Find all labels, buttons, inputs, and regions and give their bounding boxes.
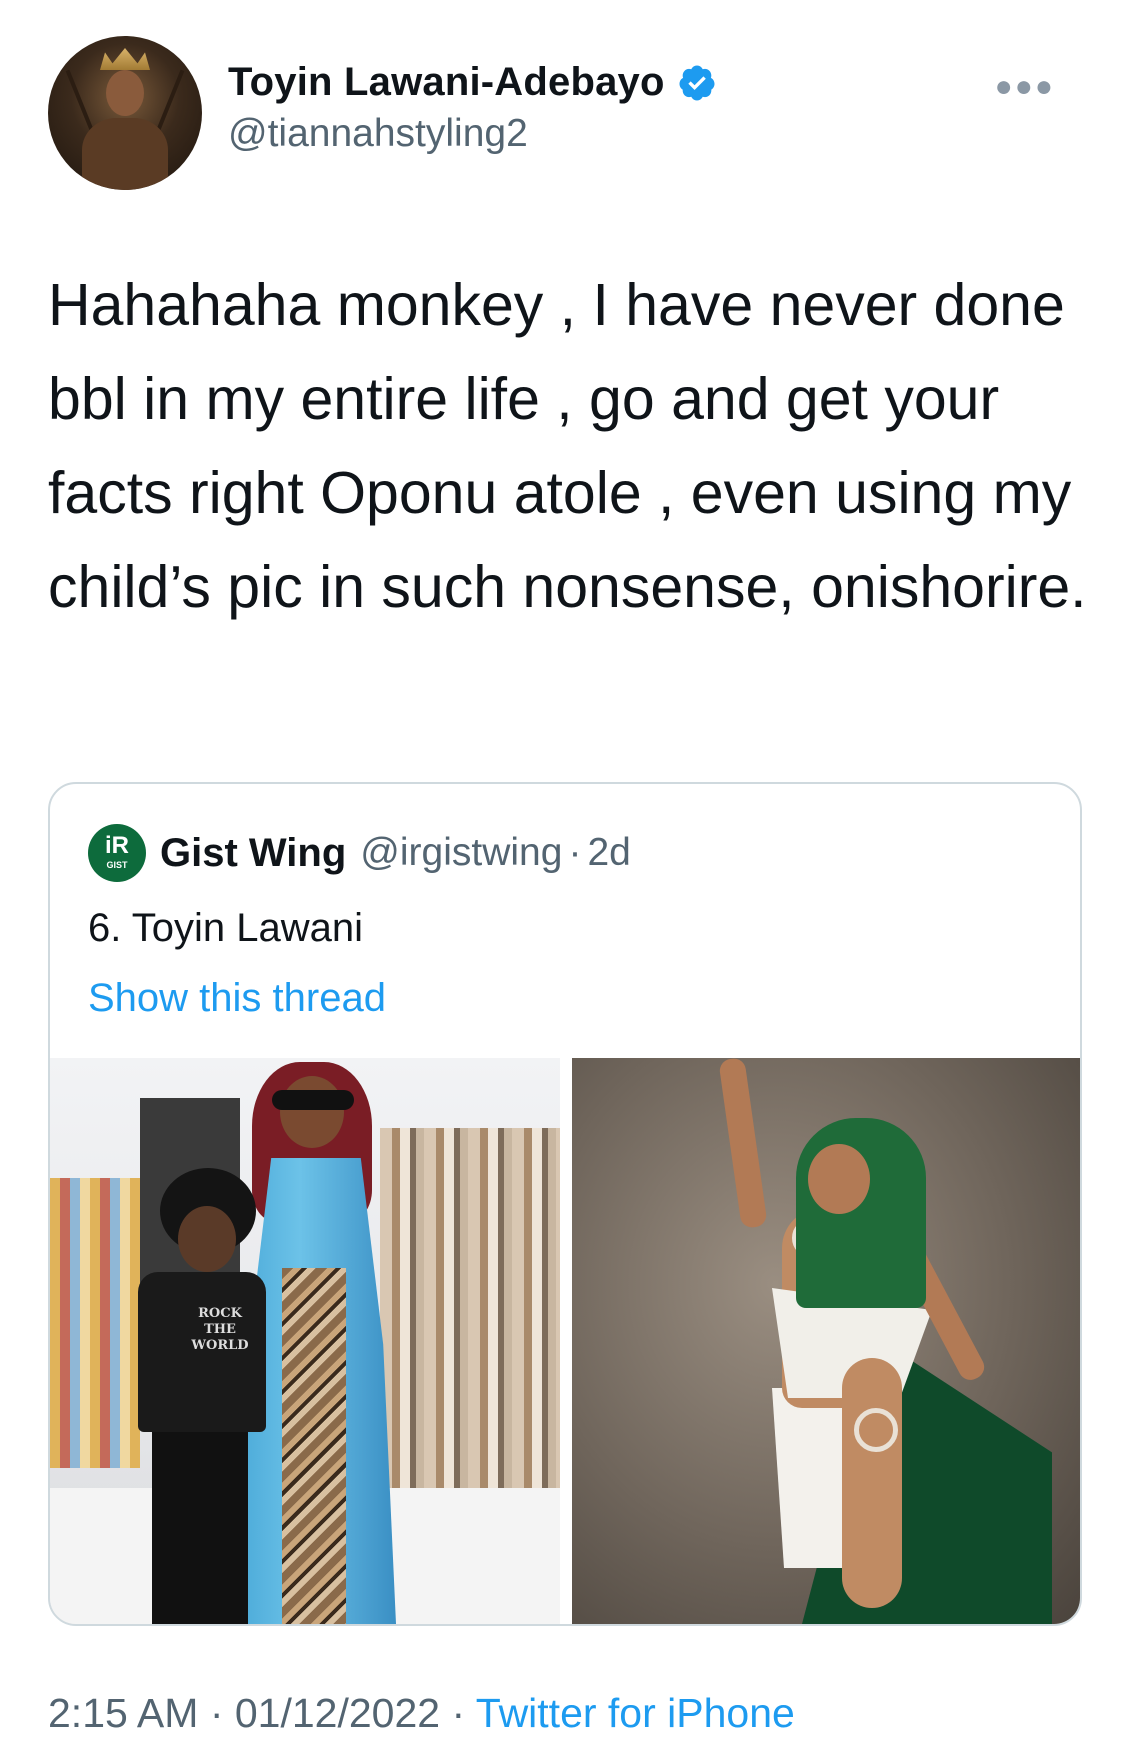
quoted-avatar-sub: GIST: [106, 860, 128, 870]
author-name-row: Toyin Lawani-Adebayo: [228, 60, 717, 105]
quoted-photo-1[interactable]: ROCK THE WORLD: [50, 1058, 560, 1624]
quoted-photo-2[interactable]: [572, 1058, 1080, 1624]
quoted-tweet-card[interactable]: iR GIST Gist Wing @irgistwing · 2d 6. To…: [48, 782, 1082, 1626]
photo1-child-legs: [152, 1432, 248, 1624]
avatar-body: [82, 118, 168, 190]
avatar-face: [106, 70, 144, 116]
photo1-shirt-text: ROCK THE WORLD: [191, 1306, 249, 1353]
photo1-dress-panel: [282, 1268, 346, 1624]
more-options-icon[interactable]: ●●●: [995, 70, 1055, 104]
show-thread-link[interactable]: Show this thread: [88, 976, 386, 1021]
tweet-source-link[interactable]: Twitter for iPhone: [476, 1690, 795, 1736]
photo1-sunglasses: [272, 1090, 354, 1110]
verified-badge-icon: [679, 65, 715, 100]
quoted-separator: ·: [568, 831, 582, 874]
photo1-woman-face: [280, 1076, 344, 1148]
tweet-time[interactable]: 2:15 AM: [48, 1690, 198, 1736]
quoted-author-handle[interactable]: @irgistwing: [360, 831, 562, 875]
author-avatar[interactable]: [48, 36, 202, 190]
photo1-child-face: [178, 1206, 236, 1272]
tweet-text: Hahahaha monkey , I have never done bbl …: [48, 272, 1087, 620]
footer-separator-2: ·: [440, 1690, 476, 1736]
photo2-raised-arm: [718, 1058, 768, 1229]
author-display-name[interactable]: Toyin Lawani-Adebayo: [228, 60, 665, 105]
photo2-body-paint: [854, 1408, 898, 1452]
quoted-avatar-letters: iR: [105, 832, 129, 859]
author-handle[interactable]: @tiannahstyling2: [228, 112, 528, 156]
tweet-meta-footer: 2:15 AM · 01/12/2022 · Twitter for iPhon…: [48, 1690, 795, 1737]
quoted-tweet-header: iR GIST Gist Wing @irgistwing · 2d: [88, 824, 631, 882]
photo2-green-headscarf: [796, 1118, 926, 1308]
avatar-crown: [100, 48, 150, 70]
tweet-date[interactable]: 01/12/2022: [235, 1690, 440, 1736]
photo2-head: [808, 1144, 870, 1214]
quoted-media-grid: ROCK THE WORLD: [50, 1058, 1080, 1624]
quoted-timestamp[interactable]: 2d: [587, 831, 630, 875]
quoted-author-name[interactable]: Gist Wing: [160, 831, 346, 876]
photo1-clothes-rack-left: [50, 1178, 140, 1468]
footer-separator-1: ·: [198, 1690, 235, 1736]
quoted-tweet-text: 6. Toyin Lawani: [88, 906, 363, 950]
photo1-clothes-rack-right: [380, 1128, 560, 1488]
photo2-leg: [842, 1358, 902, 1608]
quoted-author-avatar[interactable]: iR GIST: [88, 824, 146, 882]
